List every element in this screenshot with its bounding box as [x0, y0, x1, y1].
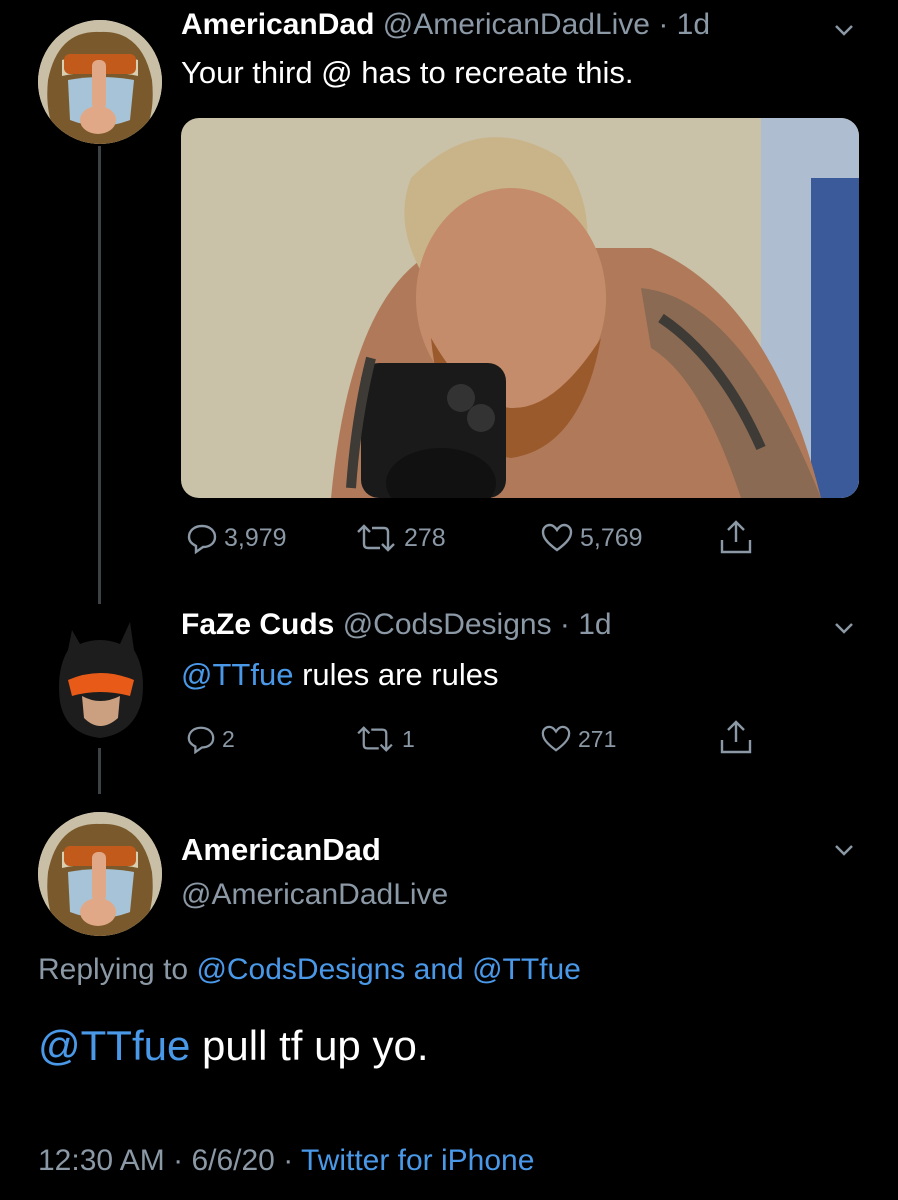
retweet-count: 1	[402, 725, 415, 752]
tweet-date: 6/6/20	[191, 1144, 275, 1177]
like-button[interactable]: 271	[540, 724, 616, 754]
tweet-age: 1d	[676, 8, 711, 41]
tweet-time: 12:30 AM	[38, 1144, 165, 1177]
like-count: 271	[578, 725, 617, 752]
mention-link[interactable]: @TTfue	[38, 1022, 190, 1069]
display-name[interactable]: AmericanDad	[181, 832, 381, 868]
retweet-icon	[357, 726, 393, 752]
display-name[interactable]: FaZe Cuds	[181, 608, 334, 641]
handle[interactable]: @AmericanDadLive	[181, 878, 448, 912]
separator-dot: ·	[649, 8, 677, 41]
separator-dot: ·	[274, 1144, 301, 1177]
chevron-down-icon[interactable]	[830, 614, 858, 642]
mention-link[interactable]: @TTfue	[181, 657, 293, 692]
retweet-button[interactable]: 1	[354, 724, 415, 754]
tweet-text-body: rules are rules	[302, 657, 499, 692]
reply-icon	[187, 726, 215, 754]
tweet-text: Your third @ has to recreate this.	[181, 55, 634, 90]
reply-icon	[187, 524, 217, 554]
share-icon[interactable]	[718, 718, 754, 756]
reply-button[interactable]: 3,979	[186, 522, 287, 554]
like-button[interactable]: 5,769	[540, 522, 643, 554]
tweet-1-header: AmericanDad @AmericanDadLive · 1d	[181, 8, 710, 42]
retweet-icon	[357, 524, 395, 552]
tweet-source-link[interactable]: Twitter for iPhone	[301, 1144, 534, 1177]
thread-line	[98, 146, 101, 604]
avatar-americandad[interactable]	[38, 20, 162, 144]
tweet-text: @TTfue pull tf up yo.	[38, 1022, 428, 1070]
retweet-count: 278	[404, 523, 446, 552]
heart-icon	[541, 725, 571, 752]
reply-count: 2	[222, 725, 235, 752]
tweet-meta: 12:30 AM · 6/6/20 · Twitter for iPhone	[38, 1144, 534, 1178]
replying-and[interactable]: and	[414, 953, 464, 986]
handle[interactable]: @CodsDesigns	[343, 608, 552, 641]
tweet-media-photo[interactable]	[181, 118, 859, 498]
share-icon[interactable]	[718, 518, 754, 556]
thread-line	[98, 748, 101, 794]
retweet-button[interactable]: 278	[354, 522, 446, 554]
tweet-2-header: FaZe Cuds @CodsDesigns · 1d	[181, 608, 612, 642]
replying-to: Replying to @CodsDesigns and @TTfue	[38, 953, 581, 987]
tweet-age: 1d	[578, 608, 612, 641]
tweet-text: @TTfue rules are rules	[181, 657, 498, 693]
handle[interactable]: @AmericanDadLive	[383, 8, 650, 41]
like-count: 5,769	[580, 523, 643, 552]
separator-dot: ·	[551, 608, 579, 641]
tweet-text-body: pull tf up yo.	[202, 1022, 429, 1069]
reply-count: 3,979	[224, 523, 287, 552]
replying-prefix: Replying to	[38, 953, 189, 986]
photo-image	[181, 118, 859, 498]
avatar-image	[38, 20, 162, 144]
chevron-down-icon[interactable]	[830, 16, 858, 44]
separator-dot: ·	[164, 1144, 192, 1177]
heart-icon	[541, 523, 573, 552]
avatar-fazecuds[interactable]	[38, 610, 162, 740]
replying-user-link[interactable]: @TTfue	[472, 953, 581, 986]
chevron-down-icon[interactable]	[830, 836, 858, 864]
reply-button[interactable]: 2	[186, 724, 235, 754]
replying-user-link[interactable]: @CodsDesigns	[196, 953, 405, 986]
avatar-image	[38, 812, 162, 936]
avatar-image	[59, 622, 143, 738]
display-name[interactable]: AmericanDad	[181, 8, 374, 41]
avatar-americandad[interactable]	[38, 812, 162, 936]
